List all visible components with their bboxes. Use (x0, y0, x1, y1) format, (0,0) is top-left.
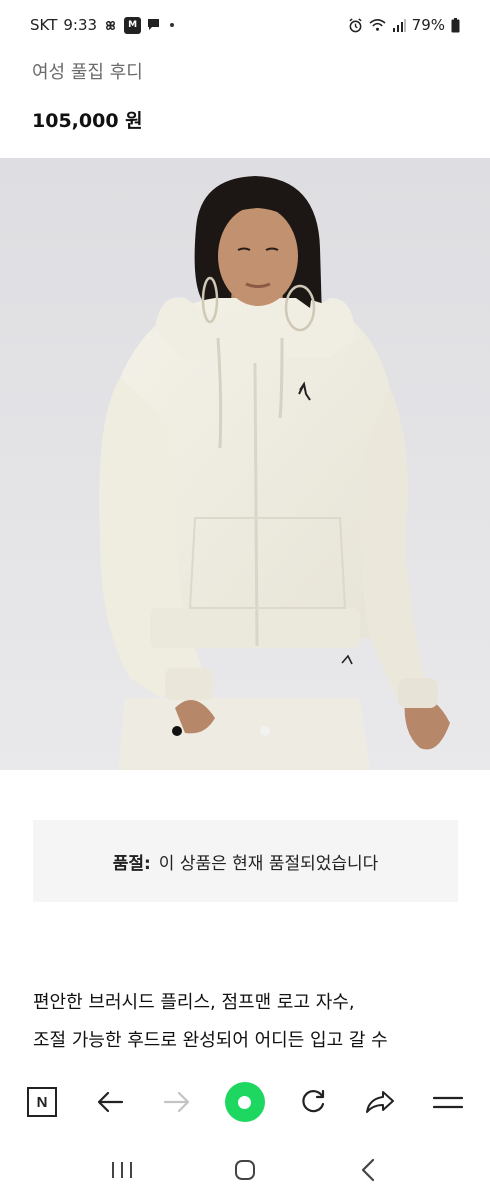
clock: 9:33 (63, 16, 98, 34)
system-back-button[interactable] (346, 1148, 390, 1192)
status-right: 79% (348, 16, 460, 34)
naver-home-button[interactable]: N (20, 1080, 64, 1124)
product-subtitle: 여성 풀집 후디 (32, 62, 143, 83)
menu-icon (432, 1096, 463, 1109)
forward-arrow-icon (164, 1091, 190, 1113)
description-line-1: 편안한 브러시드 플리스, 점프맨 로고 자수, (33, 992, 355, 1013)
sold-out-notice: 품절: 이 상품은 현재 품절되었습니다 (33, 820, 458, 902)
n-logo-icon: N (27, 1087, 57, 1117)
status-bar: SKT 9:33 M 79% (0, 0, 490, 50)
carousel-dot-1[interactable] (172, 726, 182, 736)
sold-out-label: 품절: (112, 853, 151, 874)
back-arrow-icon (97, 1091, 123, 1113)
refresh-button[interactable] (291, 1080, 335, 1124)
m-badge-icon: M (124, 16, 142, 34)
signal-icon (392, 18, 406, 32)
hoodie-model-illustration (0, 158, 490, 770)
system-nav-bar (0, 1140, 490, 1200)
battery-icon (451, 17, 460, 33)
sold-out-message: 이 상품은 현재 품절되었습니다 (158, 853, 379, 874)
carousel-indicator[interactable] (172, 726, 270, 736)
product-description: 편안한 브러시드 플리스, 점프맨 로고 자수, 조절 가능한 후드로 완성되어… (33, 984, 463, 1060)
pinwheel-icon (103, 18, 118, 33)
green-dot-button[interactable] (223, 1080, 267, 1124)
alarm-icon (348, 17, 363, 33)
carousel-dot-2[interactable] (260, 726, 270, 736)
carrier-label: SKT (30, 16, 58, 34)
battery-percent: 79% (411, 16, 445, 34)
share-icon (366, 1091, 395, 1113)
menu-button[interactable] (426, 1080, 470, 1124)
green-circle-icon (224, 1082, 265, 1122)
description-line-2: 조절 가능한 후드로 완성되어 어디든 입고 갈 수 (33, 1030, 388, 1051)
status-left: SKT 9:33 M (30, 16, 175, 34)
home-button[interactable] (223, 1148, 267, 1192)
product-image[interactable] (0, 158, 490, 770)
recents-icon (111, 1162, 132, 1178)
browser-toolbar: N (0, 1072, 490, 1132)
wifi-icon (369, 18, 386, 32)
forward-button[interactable] (155, 1080, 199, 1124)
back-button[interactable] (88, 1080, 132, 1124)
home-icon (234, 1160, 255, 1180)
share-button[interactable] (358, 1080, 402, 1124)
recents-button[interactable] (100, 1148, 144, 1192)
refresh-icon (301, 1089, 324, 1113)
product-price: 105,000 원 (32, 110, 143, 132)
notification-dot (170, 23, 175, 27)
chat-icon (147, 18, 160, 32)
back-icon (362, 1158, 375, 1182)
